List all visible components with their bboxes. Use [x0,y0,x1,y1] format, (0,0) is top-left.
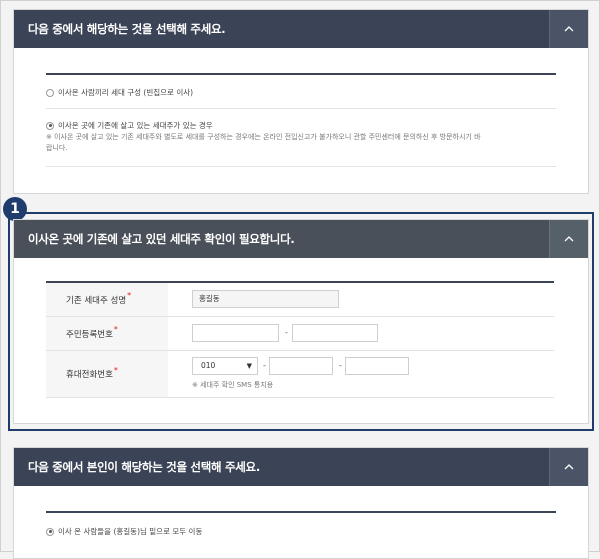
radio-option-move-all[interactable]: 이사 온 사람들을 (홍길동)님 밑으로 모두 이동 [46,526,202,537]
required-mark: * [113,365,118,375]
radio-option-existing-householder[interactable]: 이사온 곳에 기존에 살고 있는 세대주가 있는 경우 [46,120,213,131]
select-value: 010 [201,361,216,370]
radio-label: 이사온 곳에 기존에 살고 있는 세대주가 있는 경우 [58,121,213,130]
label-text: 휴대전화번호 [66,370,113,380]
section-title: 이사온 곳에 기존에 살고 있던 세대주 확인이 필요합니다. [28,232,295,246]
radio-option-empty-house[interactable]: 이사온 사람끼리 세대 구성 (빈집으로 이사) [46,87,193,98]
radio-button-selected[interactable] [46,527,54,536]
label-text: 주민등록번호 [66,329,113,340]
step-badge: 1 [3,197,27,221]
form-row-mobile: 휴대전화번호 * 010 ▼ - - ※ 세대주 확인 SMS 통지용 [46,351,554,398]
page-frame: 다음 중에서 해당하는 것을 선택해 주세요. 이사온 사람끼리 세대 구성 (… [0,0,600,559]
radio-button-selected[interactable] [46,121,54,130]
required-mark: * [127,291,132,300]
resident-number-back-input[interactable] [292,324,378,342]
form-row-resident-number: 주민등록번호 * - [46,317,554,351]
divider [46,108,556,109]
field-label: 휴대전화번호 * [46,351,168,397]
collapse-toggle-button[interactable] [549,10,588,48]
householder-name-input[interactable]: 홍길동 [192,290,339,308]
householder-form: 기존 세대주 성명 * 홍길동 주민등록번호 * - 휴대전화번호 * 010 … [46,281,554,398]
section-header: 다음 중에서 본인이 해당하는 것을 선택해 주세요. [14,448,588,486]
field-label: 기존 세대주 성명 * [46,283,168,316]
section-household-type: 다음 중에서 해당하는 것을 선택해 주세요. 이사온 사람끼리 세대 구성 (… [13,9,589,194]
label-text: 기존 세대주 성명 [66,295,127,306]
separator-dash: - [263,361,266,370]
section-title: 다음 중에서 본인이 해당하는 것을 선택해 주세요. [28,460,260,474]
section-householder-verification: 이사온 곳에 기존에 살고 있던 세대주 확인이 필요합니다. 기존 세대주 성… [13,219,589,424]
dropdown-arrow-icon: ▼ [246,362,252,370]
section-title: 다음 중에서 해당하는 것을 선택해 주세요. [28,22,226,36]
section-self-selection: 다음 중에서 본인이 해당하는 것을 선택해 주세요. 이사 온 사람들을 (홍… [13,447,589,559]
required-mark: * [113,325,118,334]
divider [46,73,556,75]
mobile-prefix-select[interactable]: 010 ▼ [192,357,258,375]
collapse-toggle-button[interactable] [549,220,588,258]
field-label: 주민등록번호 * [46,317,168,350]
chevron-up-icon [564,464,574,470]
mobile-last-input[interactable] [345,357,409,375]
separator-dash: - [339,361,342,370]
mobile-middle-input[interactable] [269,357,333,375]
sms-hint-text: ※ 세대주 확인 SMS 통지용 [192,381,274,389]
separator-dash: - [285,328,288,337]
collapse-toggle-button[interactable] [549,448,588,486]
divider [46,166,556,167]
divider [46,511,556,513]
radio-label: 이사온 사람끼리 세대 구성 (빈집으로 이사) [58,88,194,97]
notice-text: ※ 이사온 곳에 살고 있는 기존 세대주와 별도로 세대를 구성하는 경우에는… [46,132,546,154]
notice-line: ※ 이사온 곳에 살고 있는 기존 세대주와 별도로 세대를 구성하는 경우에는… [46,133,481,141]
form-row-householder-name: 기존 세대주 성명 * 홍길동 [46,283,554,317]
radio-label: 이사 온 사람들을 (홍길동)님 밑으로 모두 이동 [58,527,203,536]
section-header: 이사온 곳에 기존에 살고 있던 세대주 확인이 필요합니다. [14,220,588,258]
chevron-up-icon [564,236,574,242]
notice-line: 랍니다. [46,144,68,152]
radio-button[interactable] [46,88,54,97]
resident-number-front-input[interactable] [192,324,279,342]
section-header: 다음 중에서 해당하는 것을 선택해 주세요. [14,10,588,48]
chevron-up-icon [564,26,574,32]
